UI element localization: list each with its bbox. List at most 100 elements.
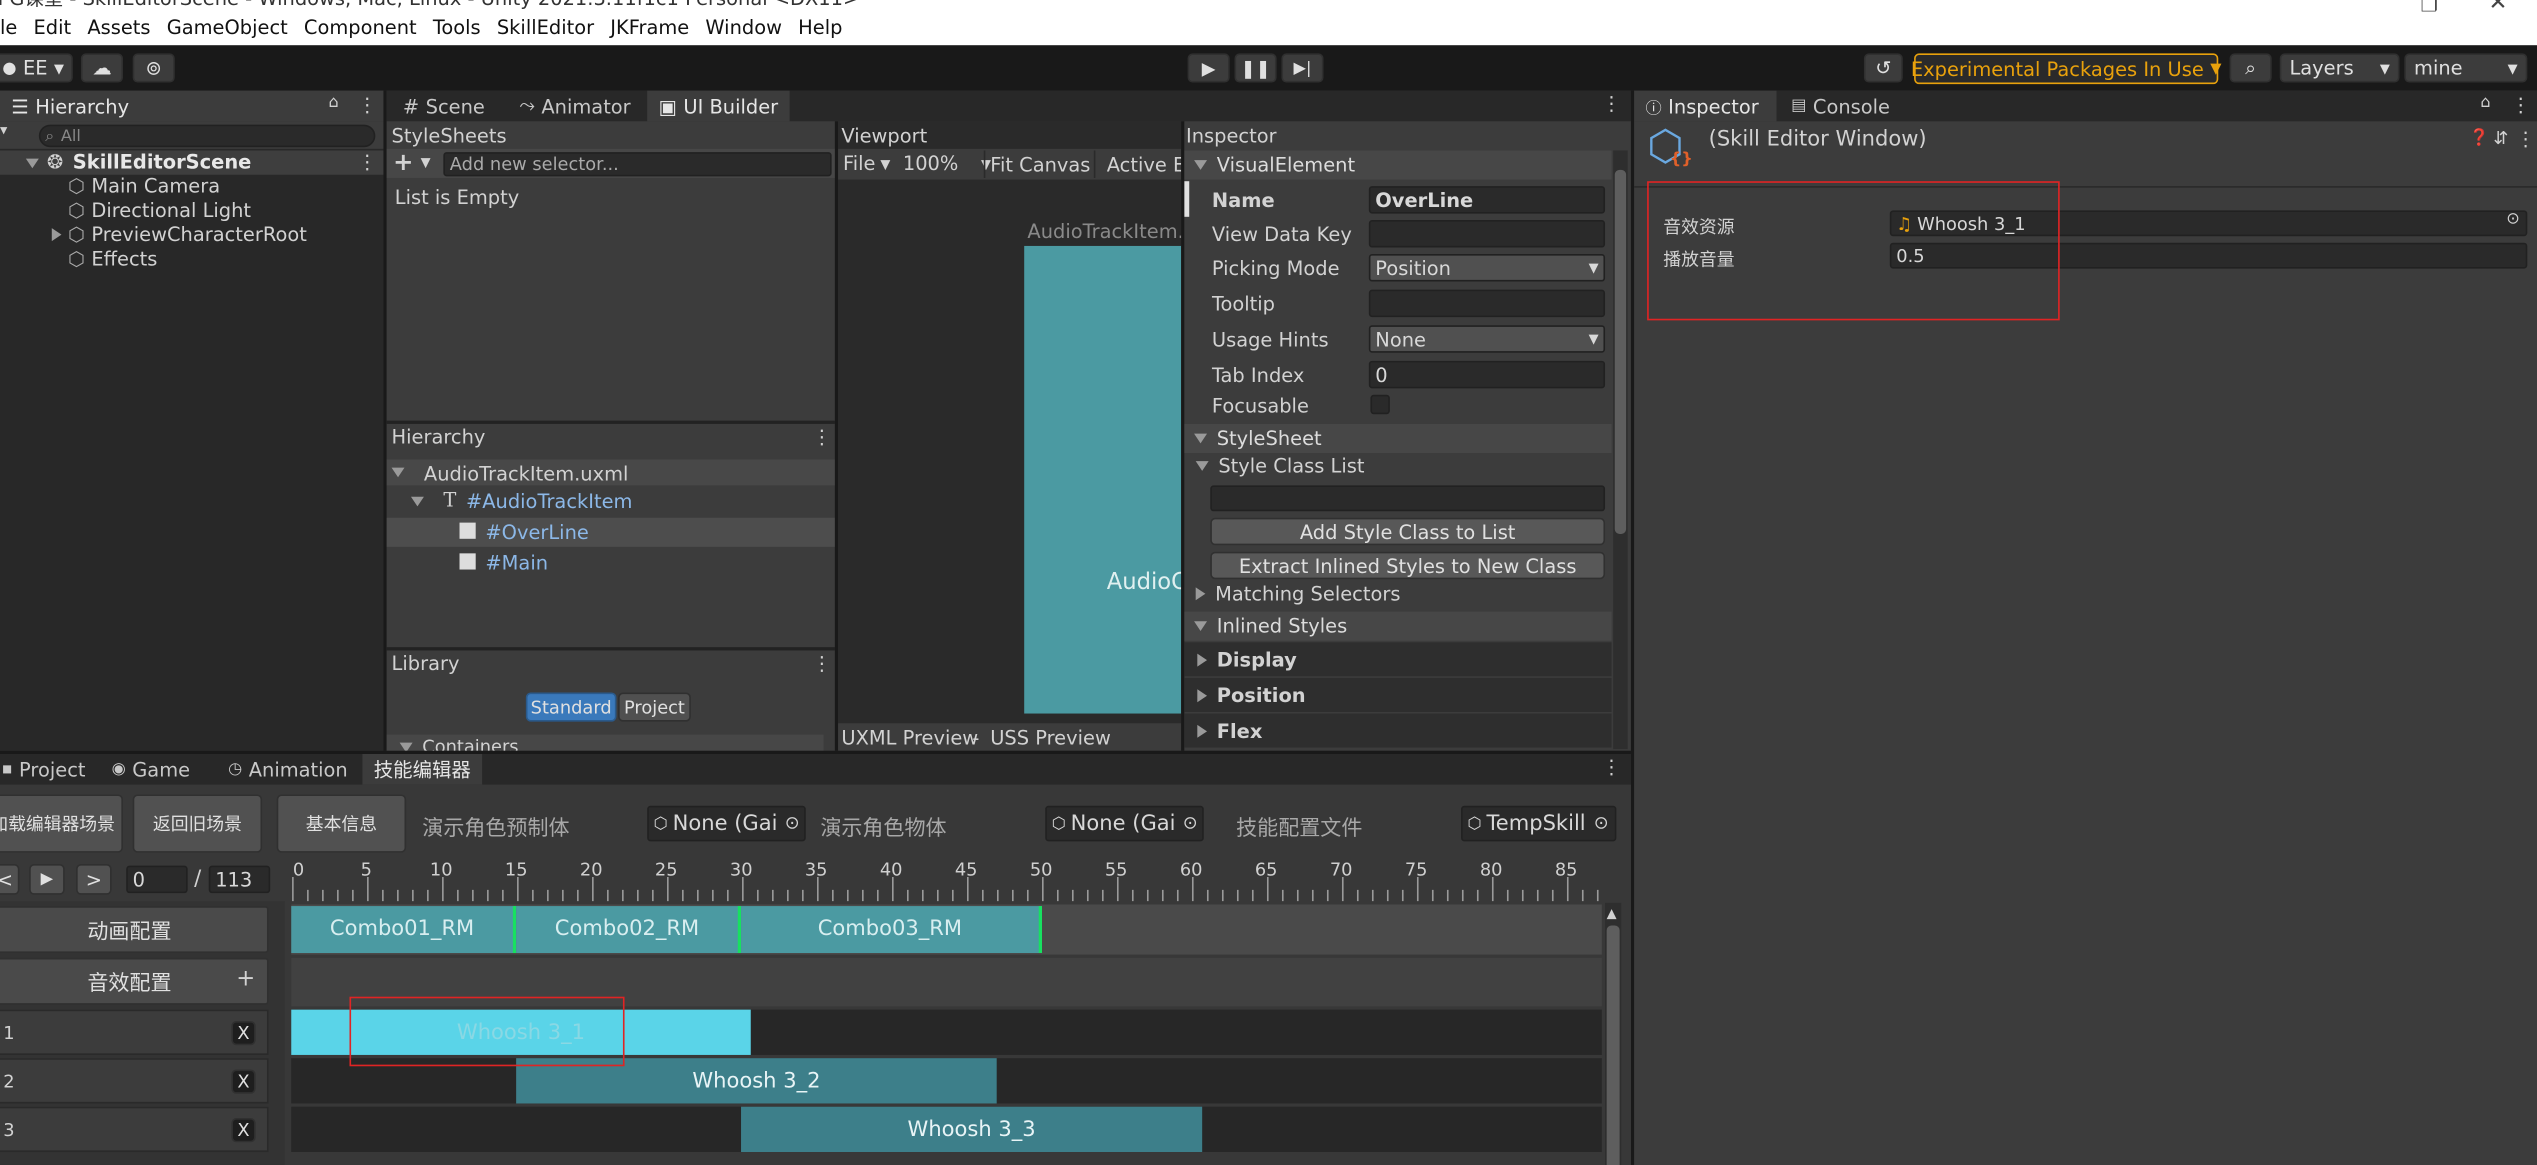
dropdown-arrow-icon[interactable]: ▼ (421, 155, 431, 170)
collab-button[interactable]: ⊚ (132, 53, 175, 83)
more-icon[interactable]: ⋮ (812, 652, 831, 675)
hierarchy-item-camera[interactable]: ⬡ Main Camera (68, 175, 220, 198)
remove-audio-2-button[interactable]: X (231, 1069, 256, 1094)
back-old-scene-button[interactable]: 返回旧场景 (132, 794, 263, 853)
uxml-preview-tab[interactable]: UXML Preview (841, 726, 978, 749)
usage-hints-dropdown[interactable]: None ▼ (1368, 325, 1606, 353)
basic-info-button[interactable]: 基本信息 (276, 794, 407, 853)
expand-icon[interactable] (410, 496, 424, 507)
more-icon[interactable]: ⋮ (1602, 92, 1621, 115)
audio-row-1[interactable] (0, 1009, 269, 1055)
audio-clip-whoosh-3-3[interactable]: Whoosh 3_3 (741, 1106, 1203, 1153)
play-button[interactable]: ▶ (1187, 53, 1230, 83)
library-tab-project[interactable]: Project (618, 692, 691, 722)
collapse-icon[interactable] (51, 228, 62, 242)
more-icon[interactable]: ⋮ (2511, 94, 2530, 117)
viewport-file-menu[interactable]: File ▼ (843, 152, 890, 175)
current-frame-input[interactable]: 0 (126, 865, 188, 894)
library-containers-row[interactable]: Containers (386, 734, 824, 751)
canvas-preview[interactable] (1024, 245, 1182, 714)
step-button[interactable]: ▶| (1281, 53, 1324, 83)
hierarchy-search[interactable]: ⌕ All (38, 124, 376, 148)
add-style-class-button[interactable]: Add Style Class to List (1210, 517, 1606, 546)
scroll-up-icon[interactable]: ▲ (1607, 906, 1617, 921)
prev-frame-button[interactable]: < (0, 864, 20, 895)
menu-tools[interactable]: Tools (433, 16, 481, 39)
expand-icon[interactable] (25, 158, 39, 169)
next-frame-button[interactable]: > (76, 864, 112, 895)
timeline-scrollbar[interactable] (1605, 902, 1622, 1165)
role-object-field[interactable]: ⬡ None (Gai (1045, 805, 1204, 842)
remove-audio-3-button[interactable]: X (231, 1118, 256, 1143)
audio-track-header[interactable]: 音效配置 (0, 957, 269, 1005)
zoom-dropdown[interactable]: 100% ▼ (903, 152, 991, 175)
object-picker-icon[interactable]: ⊙ (785, 812, 800, 833)
object-picker-icon[interactable]: ⊙ (1594, 812, 1609, 833)
animation-track-header[interactable]: 动画配置 (0, 906, 269, 954)
hierarchy-root-element[interactable]: #AudioTrackItem (466, 490, 632, 513)
object-picker-icon[interactable]: ⊙ (2506, 210, 2520, 228)
style-class-input[interactable] (1210, 485, 1606, 512)
selector-input[interactable]: Add new selector... (443, 152, 832, 177)
layout-dropdown[interactable]: mine ▼ (2404, 53, 2528, 83)
hierarchy-overline-row[interactable] (386, 517, 835, 547)
tooltip-input[interactable] (1368, 289, 1606, 318)
focusable-checkbox[interactable] (1370, 394, 1390, 415)
section-visual-element[interactable]: VisualElement (1184, 150, 1612, 180)
undo-history-button[interactable]: ↺ (1863, 53, 1903, 83)
menu-help[interactable]: Help (798, 16, 842, 39)
menu-edit[interactable]: Edit (34, 16, 72, 39)
experimental-packages-badge[interactable]: Experimental Packages In Use ▼ (1911, 53, 2221, 85)
lock-icon[interactable]: ⌂ (328, 94, 338, 112)
hierarchy-item-light[interactable]: ⬡ Directional Light (68, 199, 251, 222)
search-button[interactable]: ⌕ (2229, 53, 2272, 83)
audio-row-3[interactable] (0, 1106, 269, 1153)
hierarchy-item-effects[interactable]: ⬡ Effects (68, 248, 157, 271)
object-picker-icon[interactable]: ⊙ (1183, 812, 1198, 833)
hierarchy-main-label[interactable]: #Main (485, 552, 548, 575)
tab-console[interactable]: ▤ Console (1780, 91, 1902, 122)
inspector-scrollbar[interactable] (1613, 150, 1628, 750)
play-preview-button[interactable]: ▶ (29, 864, 65, 895)
more-icon[interactable]: ⋮ (1602, 756, 1621, 779)
lock-icon[interactable]: ⌂ (2480, 94, 2490, 112)
layers-dropdown[interactable]: Layers ▼ (2279, 53, 2400, 83)
tab-scene[interactable]: # Scene (392, 91, 497, 122)
load-editor-scene-button[interactable]: 加载编辑器场景 (0, 794, 123, 853)
more-icon[interactable]: ⋮ (2516, 128, 2535, 151)
clip-combo02[interactable]: Combo02_RM (516, 906, 742, 954)
tab-skill-editor[interactable]: 技能编辑器 (362, 753, 483, 785)
role-prefab-field[interactable]: ⬡ None (Gai (647, 805, 806, 842)
expand-icon[interactable] (391, 467, 405, 478)
flex-section[interactable]: Flex (1184, 713, 1612, 748)
section-stylesheet[interactable]: StyleSheet (1184, 423, 1612, 454)
menu-file[interactable]: le (0, 16, 17, 39)
menu-skilleditor[interactable]: SkillEditor (497, 16, 594, 39)
menu-jkframe[interactable]: JKFrame (610, 16, 689, 39)
more-icon[interactable]: ⋮ (358, 150, 377, 173)
timeline-ruler[interactable]: 0 5 10 15 20 25 30 35 40 45 50 55 60 65 70 75 80 85 (291, 854, 1602, 902)
add-stylesheet-icon[interactable]: + (393, 147, 413, 176)
remove-audio-1-button[interactable]: X (231, 1020, 256, 1046)
name-input[interactable]: OverLine (1368, 186, 1606, 214)
clip-combo01[interactable]: Combo01_RM (291, 906, 517, 954)
style-class-list-header[interactable]: Style Class List (1195, 455, 1365, 477)
tab-animation[interactable]: ◷ Animation (217, 754, 359, 785)
total-frames-input[interactable]: 113 (208, 865, 271, 894)
hierarchy-item-preview[interactable]: ⬡ PreviewCharacterRoot (68, 223, 307, 246)
tab-index-input[interactable]: 0 (1368, 360, 1606, 389)
close-window-icon[interactable]: ✕ (2488, 0, 2507, 16)
tab-animator[interactable]: ⤳ Animator (508, 91, 642, 122)
tab-ui-builder[interactable]: ▣ UI Builder (647, 90, 790, 122)
more-icon[interactable]: ⋮ (812, 426, 831, 449)
menu-assets[interactable]: Assets (87, 16, 150, 39)
account-dropdown[interactable]: ● EE ▼ (0, 53, 73, 83)
menu-component[interactable]: Component (304, 16, 417, 39)
settings-icon[interactable]: ⇵ (2493, 128, 2508, 149)
position-section[interactable]: Position (1184, 677, 1612, 712)
cloud-button[interactable]: ☁ (80, 53, 123, 83)
tab-hierarchy[interactable]: ☰ Hierarchy (0, 90, 384, 122)
tab-project[interactable]: ▪ Project (0, 754, 97, 785)
more-icon[interactable]: ⋮ (358, 94, 377, 117)
help-icon[interactable]: ❓ (2469, 129, 2489, 147)
